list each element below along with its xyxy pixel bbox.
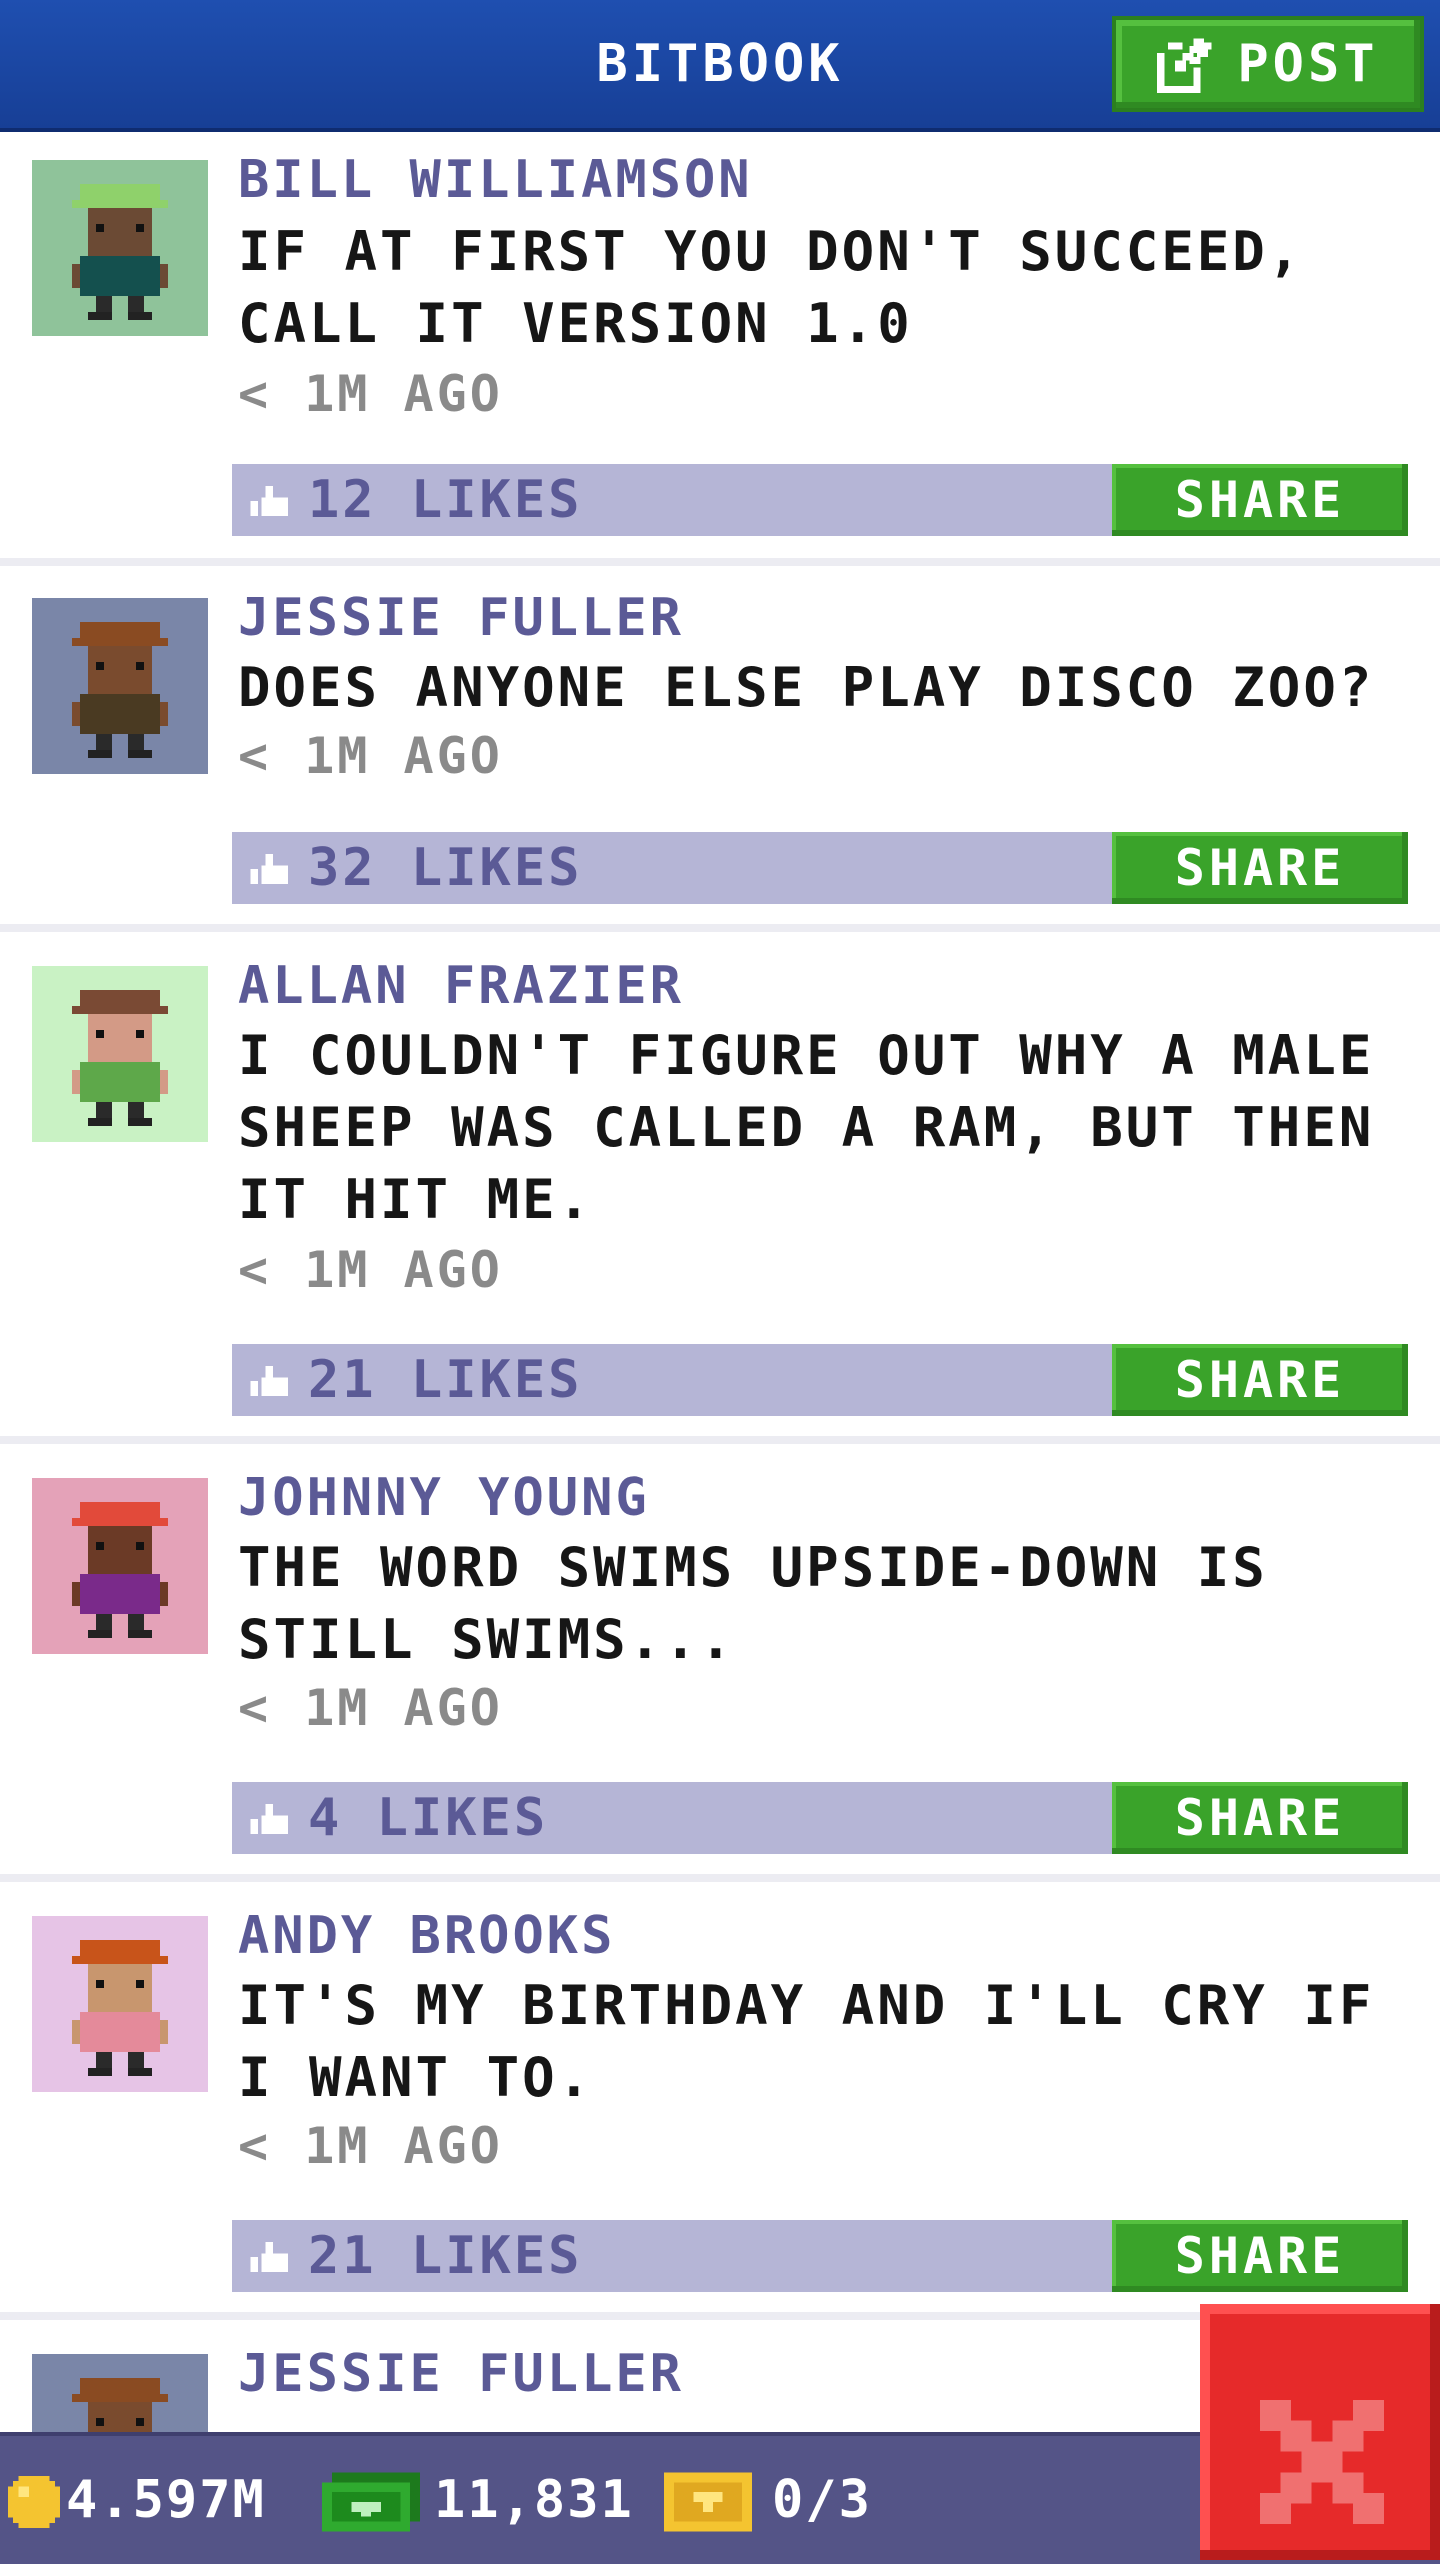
likes-count: 21 LIKES xyxy=(308,1350,583,1410)
cash-icon xyxy=(322,2472,420,2532)
like-bar[interactable]: 4 LIKES SHARE xyxy=(232,1782,1408,1854)
share-button[interactable]: SHARE xyxy=(1112,1344,1408,1416)
like-bar[interactable]: 21 LIKES SHARE xyxy=(232,1344,1408,1416)
likes-count: 21 LIKES xyxy=(308,2226,583,2286)
post-author[interactable]: JOHNNY YOUNG xyxy=(238,1468,650,1528)
post-text: IF AT FIRST YOU DON'T SUCCEED, CALL IT V… xyxy=(238,220,1304,355)
share-button[interactable]: SHARE xyxy=(1112,832,1408,904)
feed-post: ALLAN FRAZIER I COULDN'T FIGURE OUT WHY … xyxy=(0,932,1440,1436)
like-bar[interactable]: 12 LIKES SHARE xyxy=(232,464,1408,536)
post-text: I COULDN'T FIGURE OUT WHY A MALE SHEEP W… xyxy=(238,1024,1375,1231)
post-time: < 1M AGO xyxy=(238,727,503,785)
thumbs-up-icon xyxy=(250,2242,288,2272)
post-text: THE WORD SWIMS UPSIDE-DOWN IS STILL SWIM… xyxy=(238,1536,1268,1671)
divider xyxy=(0,558,1440,566)
avatar[interactable] xyxy=(32,1478,208,1654)
thumbs-up-icon xyxy=(250,1804,288,1834)
post-button-label: POST xyxy=(1237,34,1379,94)
thumbs-up-icon xyxy=(250,1366,288,1396)
divider xyxy=(0,1436,1440,1444)
close-icon xyxy=(1260,2400,1384,2524)
edit-icon xyxy=(1157,38,1212,93)
post-author[interactable]: JESSIE FULLER xyxy=(238,2344,684,2404)
avatar[interactable] xyxy=(32,2354,208,2432)
share-button[interactable]: SHARE xyxy=(1112,2220,1408,2292)
feed-post: BILL WILLIAMSON IF AT FIRST YOU DON'T SU… xyxy=(0,132,1440,558)
ticket-icon xyxy=(664,2472,752,2532)
avatar[interactable] xyxy=(32,598,208,774)
post-time: < 1M AGO xyxy=(238,2117,503,2175)
coins-value: 4.597M xyxy=(66,2470,266,2530)
post-time: < 1M AGO xyxy=(238,365,503,423)
thumbs-up-icon xyxy=(250,486,288,516)
post-text: IT'S MY BIRTHDAY AND I'LL CRY IF I WANT … xyxy=(238,1974,1375,2109)
post-button[interactable]: POST xyxy=(1112,16,1424,112)
divider xyxy=(0,924,1440,932)
avatar[interactable] xyxy=(32,160,208,336)
share-button[interactable]: SHARE xyxy=(1112,464,1408,536)
like-bar[interactable]: 32 LIKES SHARE xyxy=(232,832,1408,904)
feed-post: JESSIE FULLER DOES ANYONE ELSE PLAY DISC… xyxy=(0,566,1440,924)
close-button[interactable] xyxy=(1200,2304,1440,2560)
coin-icon xyxy=(8,2476,60,2528)
post-author[interactable]: ANDY BROOKS xyxy=(238,1906,615,1966)
feed-post: JOHNNY YOUNG THE WORD SWIMS UPSIDE-DOWN … xyxy=(0,1444,1440,1874)
bux-value: 11,831 xyxy=(434,2470,634,2530)
post-author[interactable]: JESSIE FULLER xyxy=(238,588,684,648)
tickets-value: 0/3 xyxy=(772,2470,872,2530)
post-author[interactable]: BILL WILLIAMSON xyxy=(238,150,753,210)
likes-count: 32 LIKES xyxy=(308,838,583,898)
thumbs-up-icon xyxy=(250,854,288,884)
likes-count: 4 LIKES xyxy=(308,1788,549,1848)
divider xyxy=(0,1874,1440,1882)
post-author[interactable]: ALLAN FRAZIER xyxy=(238,956,684,1016)
post-time: < 1M AGO xyxy=(238,1679,503,1737)
like-bar[interactable]: 21 LIKES SHARE xyxy=(232,2220,1408,2292)
avatar[interactable] xyxy=(32,966,208,1142)
app-header: BITBOOK POST xyxy=(0,0,1440,132)
likes-count: 12 LIKES xyxy=(308,470,583,530)
share-button[interactable]: SHARE xyxy=(1112,1782,1408,1854)
feed-post: ANDY BROOKS IT'S MY BIRTHDAY AND I'LL CR… xyxy=(0,1882,1440,2312)
avatar[interactable] xyxy=(32,1916,208,2092)
post-time: < 1M AGO xyxy=(238,1241,503,1299)
post-text: DOES ANYONE ELSE PLAY DISCO ZOO? xyxy=(238,656,1375,719)
